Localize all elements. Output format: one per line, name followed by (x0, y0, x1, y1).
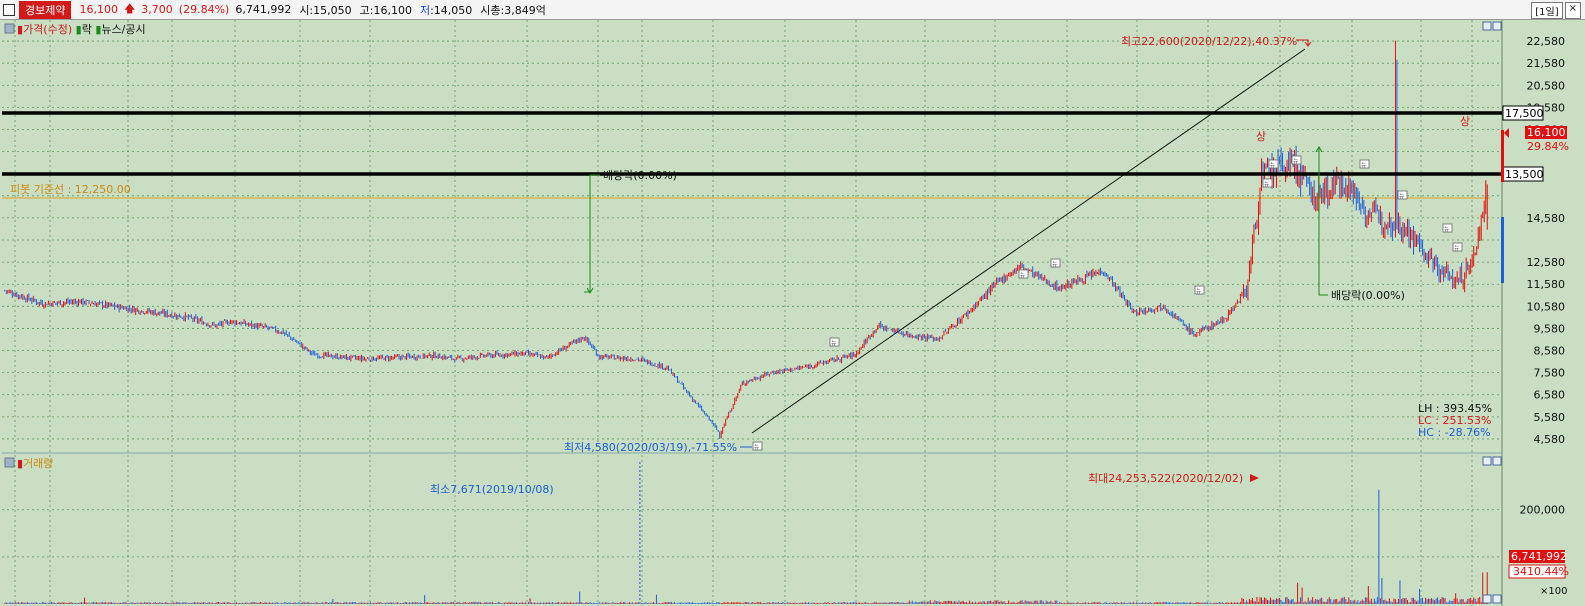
news-marker[interactable]: 뉴 (1291, 155, 1302, 165)
news-marker[interactable]: 뉴 (1262, 178, 1273, 188)
close-button[interactable]: × (1564, 2, 1581, 19)
svg-text:뉴: 뉴 (1264, 181, 1270, 188)
news-marker[interactable]: 뉴 (1050, 258, 1061, 268)
svg-text:뉴: 뉴 (1293, 158, 1299, 165)
select-checkbox[interactable] (3, 3, 15, 16)
volume-title: ▮거래량 (17, 457, 53, 470)
volume-value: 6,741,992 (235, 3, 292, 16)
window-controls: [1일] × (1531, 2, 1581, 19)
news-marker[interactable]: 뉴 (752, 441, 763, 451)
svg-text:뉴: 뉴 (1399, 193, 1405, 200)
svg-text:뉴: 뉴 (1444, 226, 1450, 233)
news-marker[interactable]: 뉴 (1268, 159, 1279, 169)
volume-restore-icon[interactable] (1482, 456, 1492, 466)
volume-pct-label: 3410.44% (1513, 565, 1569, 578)
svg-text:뉴: 뉴 (1196, 288, 1202, 295)
scroll-left-icon[interactable] (1482, 594, 1492, 604)
max-annotation: 최고22,600(2020/12/22),40.37% (1121, 35, 1297, 48)
current-price: 16,100 (79, 3, 118, 16)
price-tick-label: 10,580 (1527, 300, 1566, 313)
last-price-label: 16,100 (1527, 126, 1566, 139)
price-tick-label: 21,580 (1527, 57, 1566, 70)
price-tick-label: 20,580 (1527, 79, 1566, 92)
quote-bar: 경보제약 16,100 🡅 3,700 (29.84%) 6,741,992 시… (0, 0, 1585, 20)
hc-ratio: HC : -28.76% (1418, 426, 1491, 439)
open-price: 시:15,050 (299, 3, 352, 17)
up-limit-marker: 상 (1460, 115, 1470, 128)
volume-min-annotation: 최소7,671(2019/10/08) (430, 483, 554, 496)
volume-close-icon[interactable] (1492, 456, 1502, 466)
low-value: :14,050 (430, 3, 473, 17)
min-annotation: 최저4,580(2020/03/19),-71.55% (564, 441, 737, 454)
title-rak: 락 (82, 23, 92, 36)
price-tick-label: 8,580 (1534, 345, 1566, 358)
stock-name[interactable]: 경보제약 (19, 0, 72, 19)
dividend-label-2: 배당락(0.00%) (1331, 289, 1405, 302)
panel-menu-icon[interactable] (4, 23, 15, 34)
news-marker[interactable]: 뉴 (1452, 242, 1463, 252)
svg-text:뉴: 뉴 (1020, 272, 1026, 279)
news-marker[interactable]: 뉴 (1442, 223, 1453, 233)
dividend-label-1: 배당락(0.00%) (603, 169, 677, 182)
panel-close-icon[interactable] (1492, 21, 1502, 31)
low-price: 저:14,050 (420, 2, 472, 18)
title-price: 가격(수정) (23, 23, 72, 36)
price-tick-label: 11,580 (1527, 278, 1566, 291)
news-marker[interactable]: 뉴 (1194, 285, 1205, 295)
news-marker[interactable]: 뉴 (1018, 269, 1029, 279)
svg-text:뉴: 뉴 (1361, 162, 1367, 169)
last-pct-label: 29.84% (1527, 140, 1569, 153)
volume-tick-label: 200,000 (1520, 504, 1566, 517)
up-arrow-icon: 🡅 (123, 2, 136, 15)
svg-text:뉴: 뉴 (1270, 162, 1276, 169)
news-marker[interactable]: 뉴 (829, 337, 840, 347)
chart-area[interactable]: 4,580 5,580 6,580 7,580 8,580 9,580 10,580 11,5… (0, 20, 1585, 606)
high-price: 고:16,100 (359, 3, 412, 17)
market-cap: 시총:3,849억 (480, 3, 546, 17)
title-news: 뉴스/공시 (101, 23, 145, 36)
volume-unit: ×100 (1540, 586, 1567, 597)
price-change: 3,700 (141, 3, 173, 16)
news-marker[interactable]: 뉴 (1397, 190, 1408, 200)
pivot-baseline-label: 피봇 기준선 : 12,250.00 (10, 183, 131, 196)
up-limit-marker-2: 상 (1256, 130, 1266, 143)
stock-chart-window: 경보제약 16,100 🡅 3,700 (29.84%) 6,741,992 시… (0, 0, 1585, 606)
price-tick-label: 7,580 (1534, 367, 1566, 380)
price-range-bar-down (1501, 217, 1504, 283)
last-volume-label: 6,741,992 (1511, 550, 1567, 563)
price-tick-label: 5,580 (1534, 411, 1566, 424)
price-change-pct: (29.84%) (178, 3, 230, 16)
scroll-right-icon[interactable] (1492, 594, 1502, 604)
price-tick-label: 22,580 (1527, 35, 1566, 48)
volume-max-annotation: 최대24,253,522(2020/12/02) (1088, 472, 1243, 485)
price-tick-label: 12,580 (1527, 256, 1566, 269)
price-tick-label: 4,580 (1534, 433, 1566, 446)
news-marker[interactable]: 뉴 (1359, 159, 1370, 169)
svg-text:뉴: 뉴 (754, 444, 760, 451)
price-tick-label: 6,580 (1534, 389, 1566, 402)
panel-restore-icon[interactable] (1482, 21, 1492, 31)
volume-menu-icon[interactable] (4, 457, 15, 468)
panel-title: ▮가격(수정) ▮락 ▮뉴스/공시 (17, 23, 146, 36)
price-tick-label: 9,580 (1534, 322, 1566, 335)
period-button[interactable]: [1일] (1531, 2, 1563, 19)
price-tick-label: 14,580 (1527, 212, 1566, 225)
svg-text:뉴: 뉴 (1454, 245, 1460, 252)
svg-text:뉴: 뉴 (1052, 261, 1058, 268)
hline-17500-label: 17,500 (1505, 107, 1544, 120)
hline-13500-label: 13,500 (1505, 168, 1544, 181)
price-range-bar-up (1501, 130, 1504, 182)
low-label: 저 (419, 3, 431, 17)
svg-text:뉴: 뉴 (831, 340, 837, 347)
